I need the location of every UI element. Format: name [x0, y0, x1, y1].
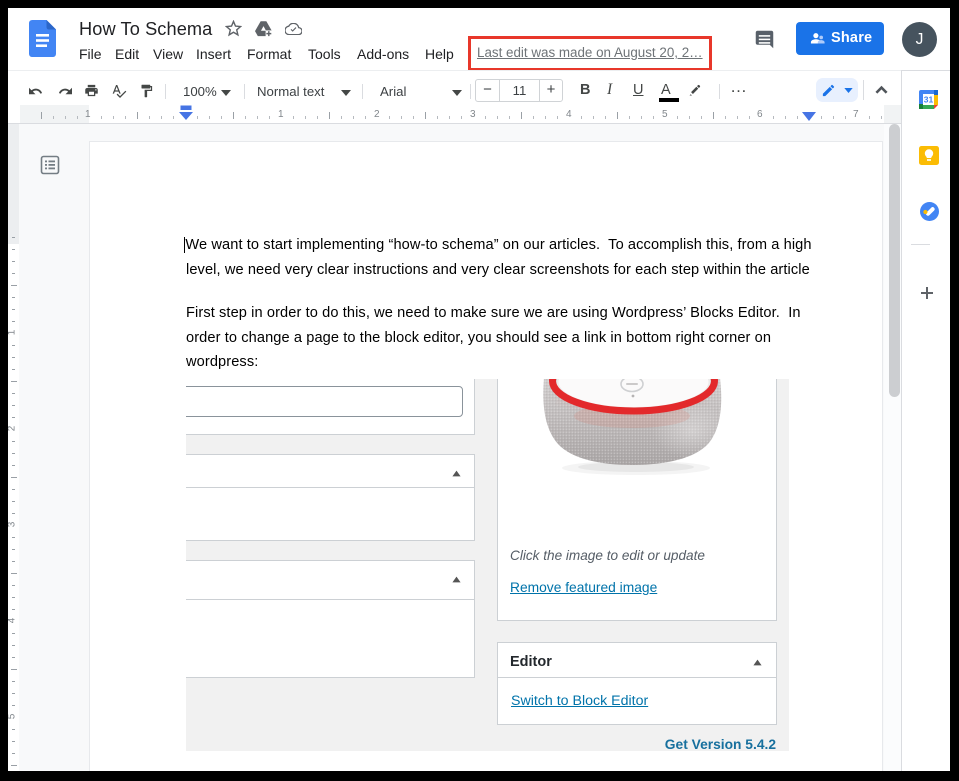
svg-text:31: 31 [924, 95, 934, 105]
